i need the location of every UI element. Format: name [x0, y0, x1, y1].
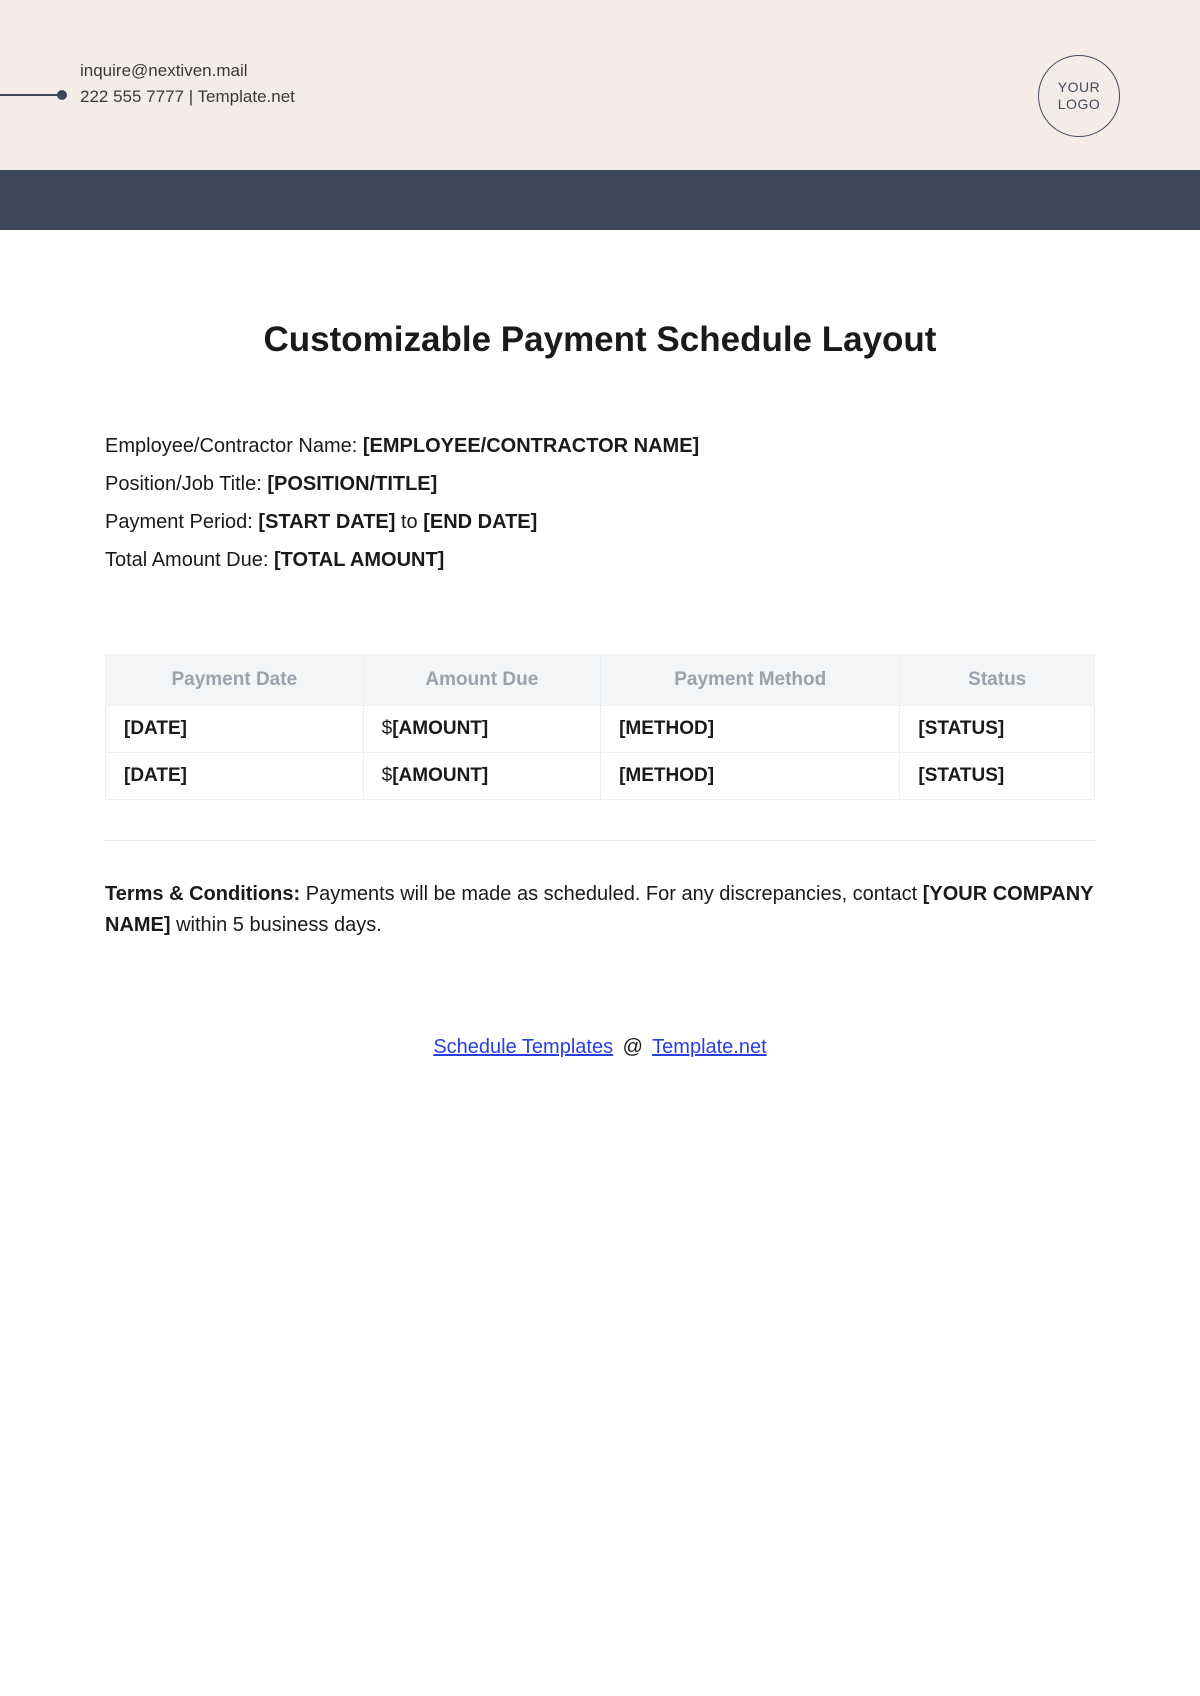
- terms-text2: within 5 business days.: [171, 914, 382, 936]
- footer-at: @: [619, 1036, 647, 1058]
- cell-amount: $[AMOUNT]: [363, 753, 600, 800]
- cell-status: [STATUS]: [900, 753, 1095, 800]
- field-employee-name: Employee/Contractor Name: [EMPLOYEE/CONT…: [105, 430, 1095, 462]
- amount-value: [AMOUNT]: [392, 765, 488, 786]
- info-fields: Employee/Contractor Name: [EMPLOYEE/CONT…: [105, 430, 1095, 576]
- footer-links: Schedule Templates @ Template.net: [105, 1036, 1095, 1059]
- label-period: Payment Period:: [105, 511, 258, 533]
- cell-amount: $[AMOUNT]: [363, 706, 600, 753]
- label-period-to: to: [395, 511, 423, 533]
- link-schedule-templates[interactable]: Schedule Templates: [433, 1036, 613, 1058]
- table-row: [DATE] $[AMOUNT] [METHOD] [STATUS]: [106, 706, 1095, 753]
- header-bar: [0, 170, 1200, 230]
- label-employee-name: Employee/Contractor Name:: [105, 435, 363, 457]
- cell-method: [METHOD]: [601, 753, 900, 800]
- value-period-start: [START DATE]: [258, 511, 395, 533]
- cell-method: [METHOD]: [601, 706, 900, 753]
- amount-value: [AMOUNT]: [392, 718, 488, 739]
- value-employee-name: [EMPLOYEE/CONTRACTOR NAME]: [363, 435, 699, 457]
- value-period-end: [END DATE]: [423, 511, 537, 533]
- section-divider: [105, 840, 1095, 841]
- cell-date: [DATE]: [106, 753, 364, 800]
- logo-text-line1: YOUR: [1058, 79, 1100, 96]
- field-payment-period: Payment Period: [START DATE] to [END DAT…: [105, 506, 1095, 538]
- amount-prefix: $: [382, 718, 393, 739]
- col-amount-due: Amount Due: [363, 655, 600, 706]
- value-position: [POSITION/TITLE]: [267, 473, 437, 495]
- page-title: Customizable Payment Schedule Layout: [105, 320, 1095, 360]
- payment-table: Payment Date Amount Due Payment Method S…: [105, 654, 1095, 800]
- table-row: [DATE] $[AMOUNT] [METHOD] [STATUS]: [106, 753, 1095, 800]
- value-total: [TOTAL AMOUNT]: [274, 549, 444, 571]
- amount-prefix: $: [382, 765, 393, 786]
- col-status: Status: [900, 655, 1095, 706]
- cell-date: [DATE]: [106, 706, 364, 753]
- field-position: Position/Job Title: [POSITION/TITLE]: [105, 468, 1095, 500]
- table-header-row: Payment Date Amount Due Payment Method S…: [106, 655, 1095, 706]
- contact-info: inquire@nextiven.mail 222 555 7777 | Tem…: [80, 58, 1120, 111]
- logo-text-line2: LOGO: [1058, 96, 1100, 113]
- letterhead-top: inquire@nextiven.mail 222 555 7777 | Tem…: [0, 0, 1200, 170]
- document-content: Customizable Payment Schedule Layout Emp…: [0, 230, 1200, 1059]
- contact-email: inquire@nextiven.mail: [80, 58, 1120, 84]
- decorative-line-dot: [0, 94, 62, 96]
- terms-text1: Payments will be made as scheduled. For …: [306, 883, 923, 905]
- logo-placeholder: YOUR LOGO: [1038, 55, 1120, 137]
- terms-label: Terms & Conditions:: [105, 883, 306, 905]
- label-position: Position/Job Title:: [105, 473, 267, 495]
- col-payment-date: Payment Date: [106, 655, 364, 706]
- field-total-amount: Total Amount Due: [TOTAL AMOUNT]: [105, 544, 1095, 576]
- cell-status: [STATUS]: [900, 706, 1095, 753]
- payment-table-container: Payment Date Amount Due Payment Method S…: [105, 654, 1095, 800]
- label-total: Total Amount Due:: [105, 549, 274, 571]
- contact-phone-site: 222 555 7777 | Template.net: [80, 84, 1120, 110]
- terms-conditions: Terms & Conditions: Payments will be mad…: [105, 879, 1095, 941]
- link-template-net[interactable]: Template.net: [652, 1036, 767, 1058]
- col-payment-method: Payment Method: [601, 655, 900, 706]
